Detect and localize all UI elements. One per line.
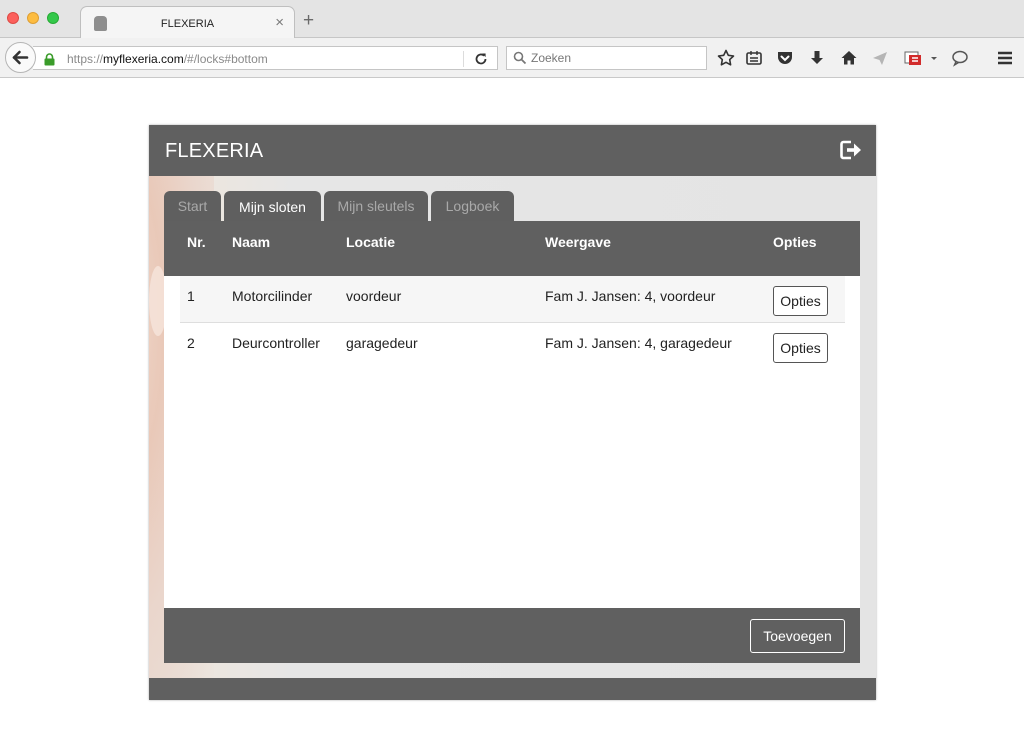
column-header-weergave: Weergave [545,234,611,250]
column-header-opties: Opties [773,234,817,250]
tab-close-icon[interactable]: × [275,14,284,31]
url-text[interactable]: https://myflexeria.com/#/locks#bottom [67,52,268,66]
extension-icon[interactable] [903,48,923,68]
tab-mijn-sloten[interactable]: Mijn sloten [224,191,321,221]
chat-bubble-icon[interactable] [950,48,970,68]
logout-icon[interactable] [839,139,863,161]
browser-tab[interactable]: FLEXERIA × [80,6,295,39]
chevron-down-icon[interactable] [928,48,940,68]
url-bar[interactable]: https://myflexeria.com/#/locks#bottom [33,46,498,70]
table-row: 1 Motorcilinder voordeur Fam J. Jansen: … [180,276,845,323]
browser-tabstrip: FLEXERIA × + [0,0,1024,39]
column-header-naam: Naam [232,234,271,250]
cell-weergave: Fam J. Jansen: 4, voordeur [545,288,716,304]
opties-button[interactable]: Opties [773,333,828,363]
search-input[interactable] [531,49,701,67]
cell-nr: 1 [187,288,195,304]
send-icon[interactable] [870,48,890,68]
table-row: 2 Deurcontroller garagedeur Fam J. Janse… [180,323,845,370]
add-button[interactable]: Toevoegen [750,619,845,653]
window-close-button[interactable] [7,12,19,24]
tab-logboek[interactable]: Logboek [431,191,514,221]
download-icon[interactable] [807,48,827,68]
column-header-locatie: Locatie [346,234,396,250]
cell-naam: Motorcilinder [232,288,313,304]
browser-navbar: https://myflexeria.com/#/locks#bottom [0,38,1024,78]
cell-weergave: Fam J. Jansen: 4, garagedeur [545,335,732,351]
cell-locatie: garagedeur [346,335,418,351]
arrow-left-icon [12,50,29,65]
cell-naam: Deurcontroller [232,335,320,351]
opties-button[interactable]: Opties [773,286,828,316]
app-title: FLEXERIA [165,140,264,162]
home-icon[interactable] [839,48,859,68]
reading-list-icon[interactable] [744,48,764,68]
tab-mijn-sleutels[interactable]: Mijn sleutels [324,191,428,221]
table-header: Nr. Naam Locatie Weergave Opties [164,221,860,276]
new-tab-button[interactable]: + [303,11,314,31]
cell-locatie: voordeur [346,288,402,304]
reload-icon[interactable] [473,51,489,67]
window-maximize-button[interactable] [47,12,59,24]
cell-nr: 2 [187,335,195,351]
lock-icon [44,53,55,66]
url-separator [463,51,464,67]
table-footer: Toevoegen [164,608,860,663]
menu-icon[interactable] [995,48,1015,68]
pocket-icon[interactable] [775,48,795,68]
app-body: Start Mijn sloten Mijn sleutels Logboek … [149,176,876,678]
app-header: FLEXERIA [149,125,876,176]
search-icon [513,51,527,65]
search-bar[interactable] [506,46,707,70]
back-button[interactable] [5,42,36,73]
app-window: FLEXERIA Start Mijn sloten Mijn sleutels… [149,125,876,700]
window-minimize-button[interactable] [27,12,39,24]
column-header-nr: Nr. [187,234,206,250]
app-footer [149,678,876,700]
bookmark-star-icon[interactable] [716,48,736,68]
locks-panel: Nr. Naam Locatie Weergave Opties 1 Motor… [164,221,860,663]
browser-tab-title: FLEXERIA [160,18,215,30]
tab-start[interactable]: Start [164,191,221,221]
